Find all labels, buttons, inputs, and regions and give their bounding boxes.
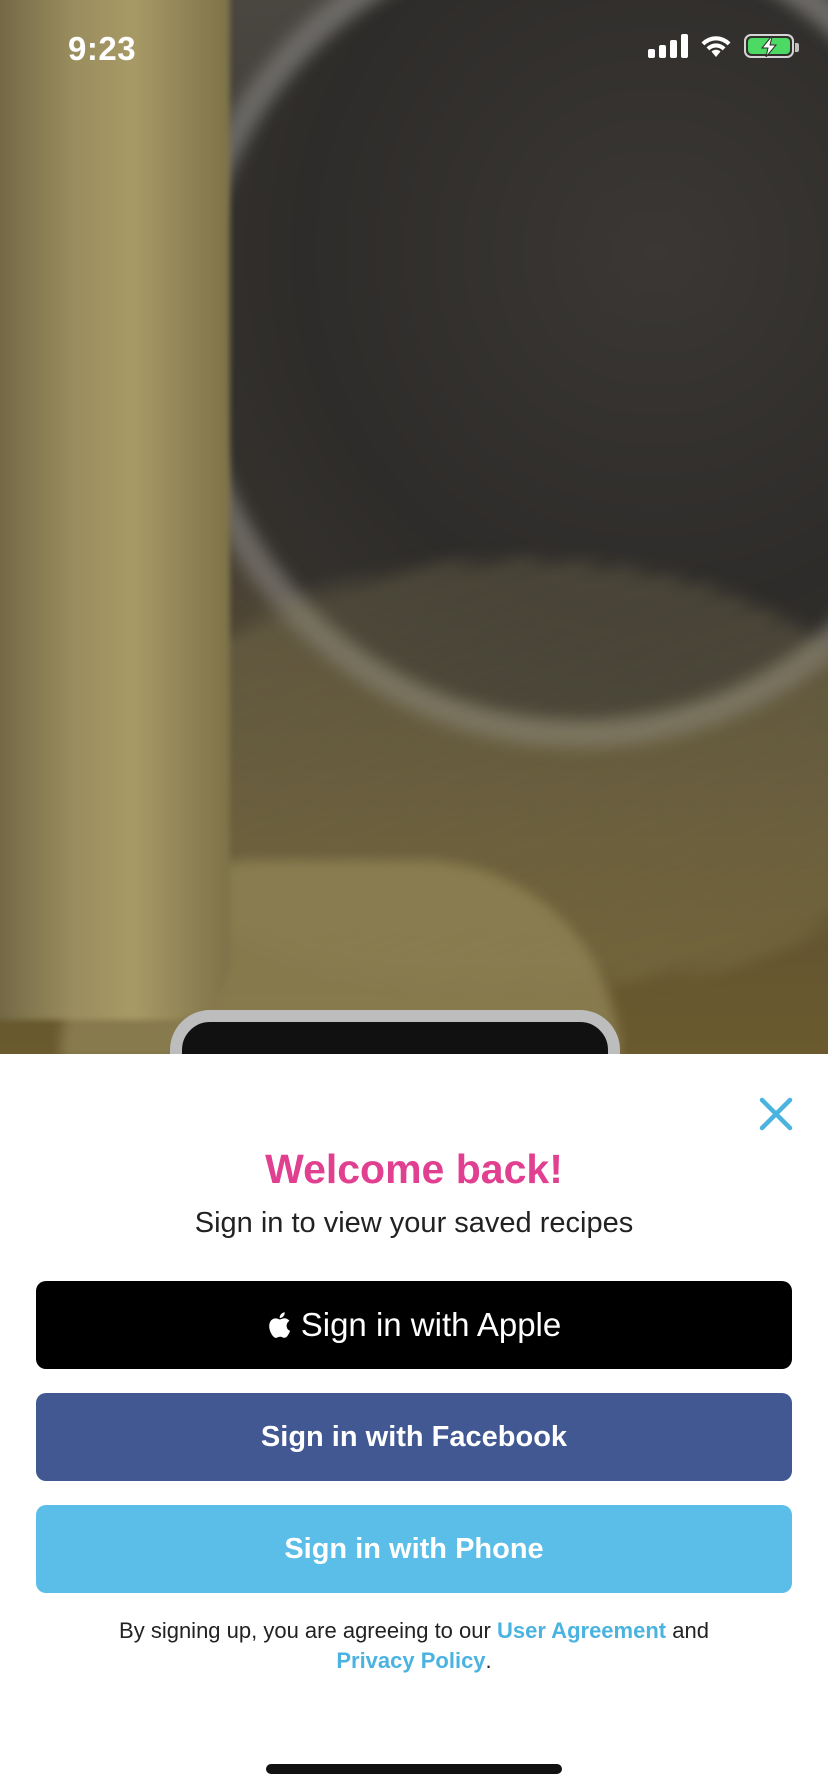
status-bar: 9:23: [0, 0, 828, 100]
user-agreement-link[interactable]: User Agreement: [497, 1618, 666, 1643]
home-indicator: [266, 1764, 562, 1774]
sign-in-apple-button[interactable]: Sign in with Apple: [36, 1281, 792, 1369]
welcome-subtitle: Sign in to view your saved recipes: [194, 1207, 634, 1239]
welcome-title: Welcome back!: [265, 1146, 563, 1192]
legal-conjunction: and: [672, 1618, 709, 1643]
wifi-icon: [701, 36, 731, 57]
privacy-policy-link[interactable]: Privacy Policy: [336, 1648, 485, 1673]
legal-suffix: .: [485, 1648, 492, 1673]
logo-partial: [170, 1010, 620, 1054]
chopstick-shape: [0, 0, 230, 1020]
status-time: 9:23: [68, 30, 137, 67]
apple-icon: [268, 1312, 290, 1338]
close-icon: [759, 1097, 793, 1131]
sign-in-phone-label: Sign in with Phone: [284, 1532, 544, 1565]
signal-icon: [648, 34, 688, 58]
legal-prefix: By signing up, you are agreeing to our: [119, 1618, 491, 1643]
sign-in-facebook-label: Sign in with Facebook: [260, 1420, 568, 1453]
battery-charging-icon: [744, 34, 799, 58]
status-icons: [648, 34, 799, 58]
sign-in-phone-button[interactable]: Sign in with Phone: [36, 1505, 792, 1593]
legal-notice: By signing up, you are agreeing to our U…: [60, 1616, 768, 1676]
sign-in-apple-label: Sign in with Apple: [300, 1306, 562, 1343]
hero-background-image: [0, 0, 828, 1054]
sign-in-facebook-button[interactable]: Sign in with Facebook: [36, 1393, 792, 1481]
close-button[interactable]: [754, 1092, 798, 1136]
sign-in-sheet: Welcome back! Sign in to view your saved…: [0, 1054, 828, 1792]
